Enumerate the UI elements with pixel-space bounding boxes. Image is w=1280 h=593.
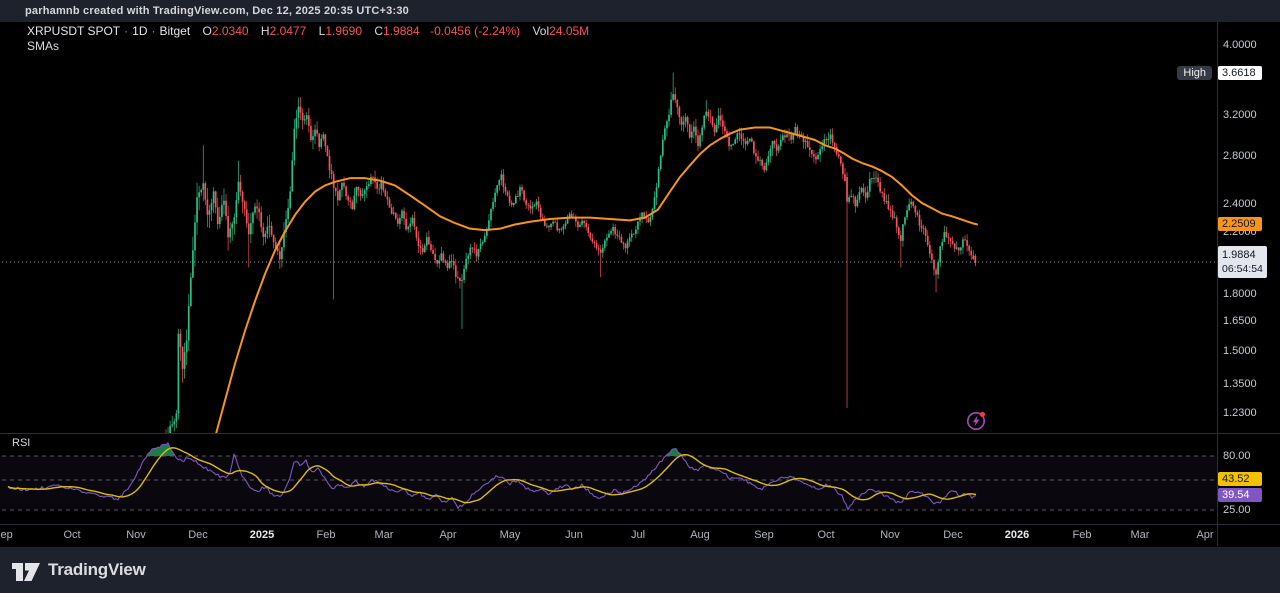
price-chart[interactable] <box>0 0 1280 593</box>
time-axis-label: Oct <box>817 529 834 541</box>
symbol-name[interactable]: XRPUSDT SPOT <box>27 24 120 38</box>
change-value: -0.0456 (-2.24%) <box>430 24 520 38</box>
bar-countdown: 06:54:54 <box>1222 262 1263 276</box>
price-axis-tick: 3.2000 <box>1223 109 1257 121</box>
time-axis-label: Nov <box>880 529 900 541</box>
time-axis-label: Dec <box>188 529 208 541</box>
time-axis-label: Apr <box>1196 529 1213 541</box>
low-value: 1.9690 <box>325 24 362 38</box>
time-axis-label: Dec <box>943 529 963 541</box>
time-axis-label: Jul <box>631 529 645 541</box>
indicator-legend-smas[interactable]: SMAs <box>27 39 59 53</box>
time-axis-label: Oct <box>63 529 80 541</box>
tradingview-logo[interactable]: TradingView <box>11 557 146 583</box>
footer-bar: TradingView <box>0 547 1280 593</box>
price-axis-tick: 2.4000 <box>1223 198 1257 210</box>
rsi-ma-value-chip: 43.52 <box>1218 472 1262 486</box>
high-price-chip: 3.6618 <box>1218 66 1262 80</box>
rsi-band <box>0 456 1217 510</box>
legend-separator: · <box>124 24 128 38</box>
rsi-value-chip: 39.54 <box>1218 488 1262 502</box>
flash-icon[interactable] <box>968 412 985 429</box>
time-axis-label: Aug <box>690 529 710 541</box>
volume-label: Vol <box>532 24 549 38</box>
price-axis-tick: 1.8000 <box>1223 288 1257 300</box>
time-axis-label: Jun <box>565 529 583 541</box>
time-axis-label: Feb <box>1073 529 1092 541</box>
price-axis-tick: 1.3500 <box>1223 378 1257 390</box>
open-label: O <box>203 24 212 38</box>
price-axis-tick: 1.6500 <box>1223 315 1257 327</box>
close-value: 1.9884 <box>383 24 420 38</box>
open-value: 2.0340 <box>212 24 249 38</box>
price-axis-tick: 4.0000 <box>1223 39 1257 51</box>
time-axis-label: Mar <box>375 529 394 541</box>
time-axis-label: Feb <box>317 529 336 541</box>
tradingview-snapshot: parhamnb created with TradingView.com, D… <box>0 0 1280 593</box>
time-axis-label: Sep <box>0 529 13 541</box>
time-axis-label: Mar <box>1131 529 1150 541</box>
high-label: H <box>261 24 270 38</box>
tradingview-logo-icon <box>11 557 41 583</box>
high-value: 2.0477 <box>270 24 307 38</box>
candles <box>166 73 975 451</box>
price-axis-tick: 2.8000 <box>1223 150 1257 162</box>
indicator-legend-rsi[interactable]: RSI <box>12 437 30 449</box>
price-axis-tick: 1.2300 <box>1223 407 1257 419</box>
price-axis-tick: 1.5000 <box>1223 345 1257 357</box>
legend-separator: · <box>151 24 155 38</box>
price-axis-tick: 25.00 <box>1223 504 1251 516</box>
sma-line <box>216 128 977 434</box>
time-axis-label: Nov <box>126 529 146 541</box>
price-axis-tick: 80.00 <box>1223 450 1251 462</box>
last-price-value: 1.9884 <box>1222 248 1263 262</box>
exchange-label[interactable]: Bitget <box>159 24 190 38</box>
time-axis-label: May <box>500 529 521 541</box>
legend: XRPUSDT SPOT·1D·Bitget O2.0340 H2.0477 L… <box>27 24 589 38</box>
last-price-chip: 1.9884 06:54:54 <box>1218 246 1267 278</box>
time-axis-label: 2026 <box>1005 529 1029 541</box>
time-axis-label: Sep <box>754 529 774 541</box>
interval-label[interactable]: 1D <box>132 24 147 38</box>
volume-value: 24.05M <box>549 24 589 38</box>
high-marker-bubble: High <box>1177 66 1212 80</box>
sma-value-chip: 2.2509 <box>1218 217 1262 231</box>
tradingview-brand-text: TradingView <box>48 560 146 580</box>
close-label: C <box>374 24 383 38</box>
time-axis-label: Apr <box>439 529 456 541</box>
time-axis-label: 2025 <box>250 529 274 541</box>
